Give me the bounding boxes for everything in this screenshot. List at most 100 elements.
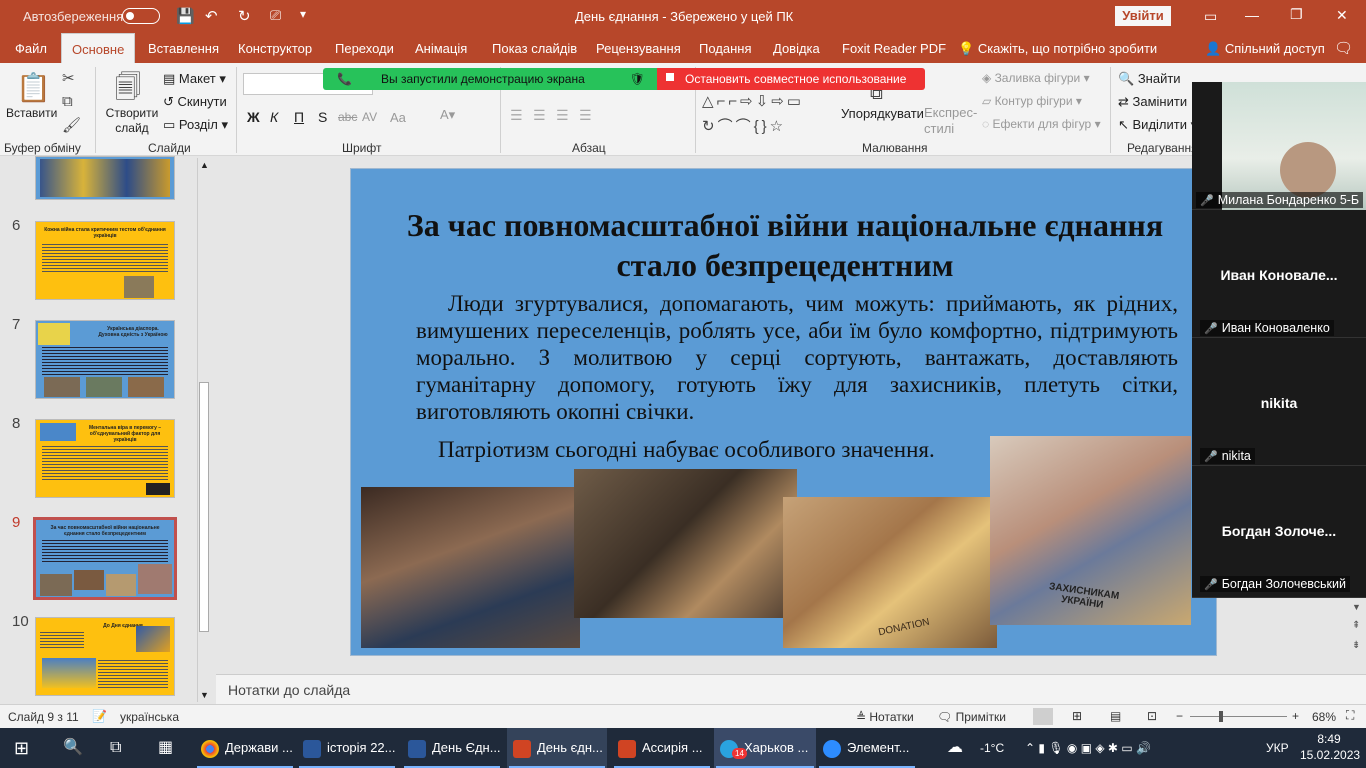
taskbar-chrome[interactable]: Держави ... bbox=[195, 728, 295, 768]
taskbar-word-2[interactable]: День Єдн... bbox=[402, 728, 502, 768]
shapes-gallery-row2[interactable]: ↻⌒⌒{}☆ bbox=[702, 115, 786, 136]
zoom-out-icon[interactable]: − bbox=[1176, 709, 1183, 723]
align-center-icon[interactable]: ☰ bbox=[533, 107, 546, 124]
scroll-down-icon[interactable]: ▼ bbox=[200, 690, 209, 700]
thumbnails-scrollbar[interactable]: ▲ ▼ bbox=[197, 158, 210, 702]
new-slide-button[interactable]: Створити слайд bbox=[104, 106, 160, 136]
scroll-up-icon[interactable]: ▲ bbox=[200, 160, 209, 170]
slide-body-text-2[interactable]: Патріотизм сьогодні набуває особливого з… bbox=[438, 436, 998, 463]
maximize-button[interactable]: ❐ bbox=[1290, 6, 1303, 23]
share-button[interactable]: 👤 Спільний доступ bbox=[1205, 41, 1325, 57]
layout-button[interactable]: ▤ Макет ▾ bbox=[163, 71, 226, 87]
signin-button[interactable]: Увійти bbox=[1115, 6, 1171, 26]
tell-me-search[interactable]: 💡 Скажіть, що потрібно зробити bbox=[958, 41, 1157, 57]
photo-food-box[interactable]: DONATION bbox=[783, 497, 997, 648]
photo-packing-aid[interactable]: ЗАХИСНИКАМ УКРАЇНИ bbox=[990, 436, 1191, 625]
cut-icon[interactable]: ✂ bbox=[62, 69, 75, 87]
close-button[interactable]: ✕ bbox=[1336, 7, 1348, 24]
thumbnail-slide-10[interactable]: До Дня єднання bbox=[35, 617, 175, 696]
photo-workshop[interactable] bbox=[574, 469, 797, 618]
autosave-toggle[interactable] bbox=[122, 8, 160, 24]
tab-file[interactable]: Файл bbox=[15, 41, 47, 56]
participant-tile[interactable]: 🎤 Милана Бондаренко 5-Б bbox=[1192, 82, 1366, 210]
tab-help[interactable]: Довідка bbox=[773, 41, 820, 56]
shapes-gallery[interactable]: △⌐⌐⇨⇩⇨▭ bbox=[702, 92, 804, 110]
taskbar-powerpoint-active[interactable]: День єдн... bbox=[507, 728, 607, 768]
tab-review[interactable]: Рецензування bbox=[596, 41, 681, 56]
ribbon-display-icon[interactable]: ▭ bbox=[1204, 8, 1217, 25]
undo-icon[interactable]: ↶ bbox=[205, 7, 218, 25]
participant-tile[interactable]: nikita 🎤 nikita bbox=[1192, 338, 1366, 466]
slideshow-view-icon[interactable]: ⊡ bbox=[1147, 709, 1157, 723]
shadow-button[interactable]: S bbox=[318, 109, 327, 125]
select-button[interactable]: ↖ Виділити ▾ bbox=[1118, 117, 1197, 133]
thumbnail-slide-8[interactable]: Ментальна віра в перемогу – об'єднувальн… bbox=[35, 419, 175, 498]
comments-button[interactable]: 🗨 Примітки bbox=[937, 710, 1006, 724]
taskbar-telegram[interactable]: Харьков ... 14 bbox=[714, 728, 816, 768]
paste-icon[interactable]: 📋 bbox=[16, 71, 51, 104]
next-slide-icon[interactable]: ⇟ bbox=[1352, 640, 1360, 651]
tab-transitions[interactable]: Переходи bbox=[335, 41, 394, 56]
align-right-icon[interactable]: ☰ bbox=[556, 107, 569, 124]
thumbnail-slide-6[interactable]: Кожна війна стала критичним тестом об'єд… bbox=[35, 221, 175, 300]
notes-button[interactable]: ≜ Нотатки bbox=[856, 710, 914, 724]
strikethrough-button[interactable]: abc bbox=[338, 110, 357, 124]
participant-tile[interactable]: Иван Коновале... 🎤 Иван Коноваленко bbox=[1192, 210, 1366, 338]
copy-icon[interactable]: ⧉ bbox=[62, 93, 73, 110]
char-spacing-button[interactable]: AV bbox=[362, 110, 377, 124]
tab-slideshow[interactable]: Показ слайдів bbox=[492, 41, 577, 56]
canvas-scroll-down-icon[interactable]: ▼ bbox=[1352, 602, 1361, 612]
shape-fill-button[interactable]: ◈ Заливка фігури ▾ bbox=[982, 71, 1090, 85]
section-button[interactable]: ▭ Розділ ▾ bbox=[163, 117, 228, 133]
slide-body-text[interactable]: Люди згуртувалися, допомагають, чим можу… bbox=[416, 290, 1178, 425]
paste-button[interactable]: Вставити bbox=[6, 106, 57, 120]
tab-view[interactable]: Подання bbox=[699, 41, 752, 56]
change-case-button[interactable]: Aa bbox=[390, 110, 406, 125]
task-view-icon[interactable]: ⧉ bbox=[110, 728, 121, 768]
normal-view-icon[interactable] bbox=[1033, 708, 1053, 725]
taskbar-powerpoint-2[interactable]: Ассирія ... bbox=[612, 728, 712, 768]
input-language[interactable]: УКР bbox=[1266, 728, 1289, 768]
taskbar-word-1[interactable]: історія 22... bbox=[297, 728, 397, 768]
save-icon[interactable]: 💾 bbox=[176, 7, 195, 25]
minimize-button[interactable]: — bbox=[1245, 7, 1259, 23]
bold-button[interactable]: Ж bbox=[247, 109, 260, 125]
weather-temp[interactable]: -1°C bbox=[980, 728, 1004, 768]
tray-icons[interactable]: ⌃ ▮ 🎙 ◉ ▣ ◈ ✱ ▭ 🔊 bbox=[1025, 728, 1151, 768]
clock[interactable]: 8:49 15.02.2023 bbox=[1300, 731, 1360, 763]
reading-view-icon[interactable]: ▤ bbox=[1110, 709, 1121, 723]
thumbnail-slide-5[interactable] bbox=[35, 156, 175, 200]
language-indicator[interactable]: українська bbox=[120, 710, 179, 724]
reset-button[interactable]: ↺ Скинути bbox=[163, 94, 227, 110]
tab-animations[interactable]: Анімація bbox=[415, 41, 467, 56]
arrange-button[interactable]: Упорядкувати bbox=[841, 106, 924, 121]
weather-icon[interactable]: ☁ bbox=[947, 728, 963, 768]
shape-effects-button[interactable]: ◌ Ефекти для фігур ▾ bbox=[982, 117, 1101, 131]
tab-home[interactable]: Основне bbox=[61, 33, 136, 63]
calculator-icon[interactable]: ▦ bbox=[158, 728, 173, 768]
italic-button[interactable]: К bbox=[270, 109, 278, 125]
comments-icon[interactable]: 🗨 bbox=[1334, 39, 1353, 57]
justify-icon[interactable]: ☰ bbox=[579, 107, 592, 124]
search-icon[interactable]: 🔍 bbox=[63, 728, 83, 768]
font-color-icon[interactable]: A▾ bbox=[440, 107, 455, 123]
tab-foxit[interactable]: Foxit Reader PDF bbox=[842, 41, 946, 56]
underline-button[interactable]: П bbox=[294, 109, 304, 125]
zoom-in-icon[interactable]: + bbox=[1292, 709, 1299, 723]
thumbnail-slide-9-selected[interactable]: За час повномасштабної війни національне… bbox=[33, 517, 177, 600]
zoom-slider[interactable] bbox=[1190, 716, 1287, 717]
thumbnail-slide-7[interactable]: Українська діаспора. Духовна єдність з У… bbox=[35, 320, 175, 399]
spellcheck-icon[interactable]: 📝 bbox=[92, 709, 107, 723]
prev-slide-icon[interactable]: ⇞ bbox=[1352, 620, 1360, 631]
redo-icon[interactable]: ↻ bbox=[238, 7, 251, 25]
taskbar-zoom[interactable]: Элемент... bbox=[817, 728, 917, 768]
fit-slide-icon[interactable]: ⛶ bbox=[1346, 708, 1354, 723]
present-icon[interactable]: ⎚ bbox=[270, 7, 281, 24]
slide-sorter-icon[interactable]: ⊞ bbox=[1072, 709, 1082, 723]
scroll-thumb[interactable] bbox=[199, 382, 209, 632]
format-painter-icon[interactable]: 🖌 bbox=[62, 116, 81, 134]
customize-icon[interactable]: ▾ bbox=[300, 7, 306, 21]
align-left-icon[interactable]: ☰ bbox=[510, 107, 523, 124]
shape-outline-button[interactable]: ▱ Контур фігури ▾ bbox=[982, 94, 1082, 108]
notes-pane[interactable]: Нотатки до слайда bbox=[216, 674, 1366, 704]
